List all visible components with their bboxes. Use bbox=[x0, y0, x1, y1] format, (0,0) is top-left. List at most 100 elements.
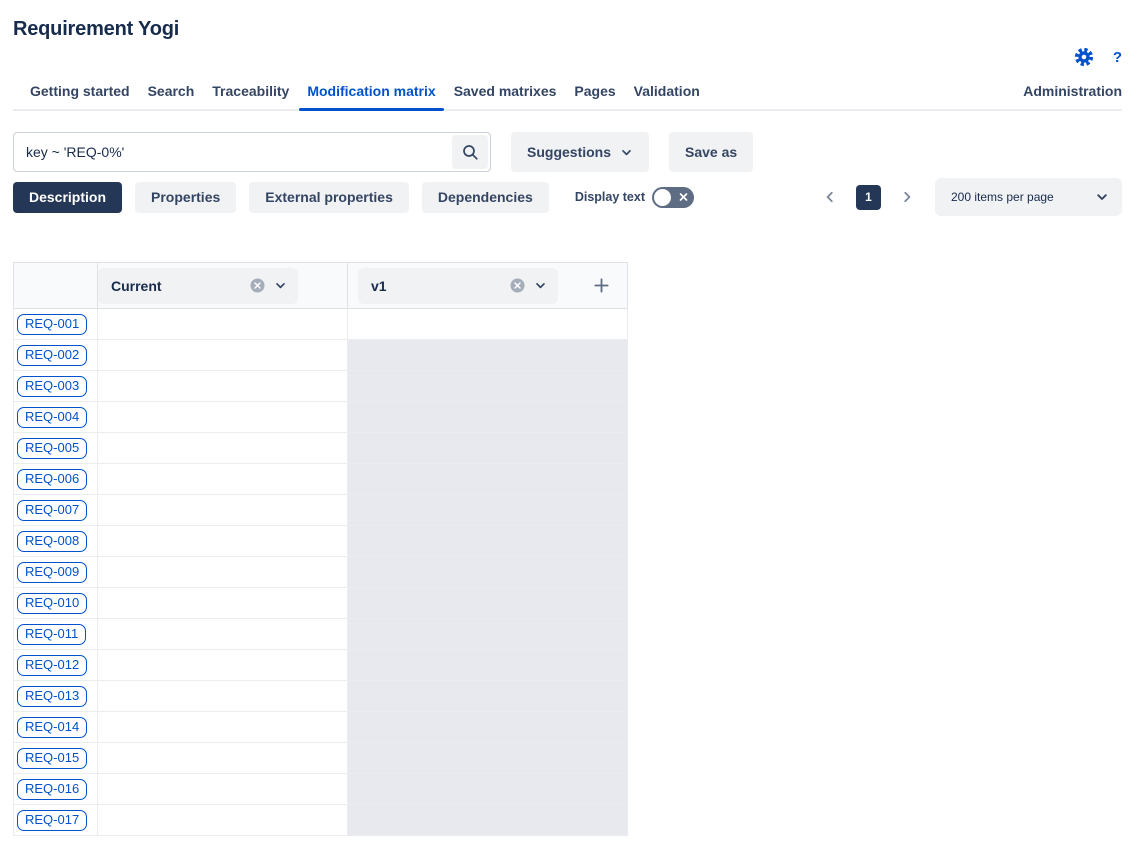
nav-administration[interactable]: Administration bbox=[1023, 77, 1122, 109]
current-version-select[interactable]: Current bbox=[98, 268, 298, 304]
table-row: REQ-001 bbox=[14, 309, 628, 340]
current-cell bbox=[98, 340, 348, 371]
table-row: REQ-015 bbox=[14, 743, 628, 774]
search-toolbar: Suggestions Save as bbox=[13, 132, 1122, 172]
tab-pages[interactable]: Pages bbox=[565, 77, 624, 109]
table-row: REQ-013 bbox=[14, 681, 628, 712]
req-key-link[interactable]: REQ-001 bbox=[17, 314, 87, 335]
view-button-external-properties[interactable]: External properties bbox=[249, 182, 409, 213]
current-cell bbox=[98, 619, 348, 650]
remove-column-icon[interactable] bbox=[250, 278, 265, 293]
v1-cell bbox=[348, 557, 628, 588]
save-as-button[interactable]: Save as bbox=[669, 132, 753, 172]
req-key-cell: REQ-013 bbox=[14, 681, 98, 712]
current-cell bbox=[98, 774, 348, 805]
settings-gear-icon[interactable] bbox=[1074, 47, 1094, 67]
matrix-header-row: Current bbox=[14, 263, 628, 309]
current-cell bbox=[98, 526, 348, 557]
view-button-dependencies[interactable]: Dependencies bbox=[422, 182, 549, 213]
remove-column-icon[interactable] bbox=[510, 278, 525, 293]
toggle-knob bbox=[654, 189, 671, 206]
req-key-link[interactable]: REQ-005 bbox=[17, 438, 87, 459]
matrix-body: REQ-001 REQ-002 REQ-003 REQ-004 REQ-005 REQ-0… bbox=[14, 309, 628, 836]
req-key-cell: REQ-004 bbox=[14, 402, 98, 433]
current-cell bbox=[98, 805, 348, 836]
req-key-cell: REQ-006 bbox=[14, 464, 98, 495]
tab-modification-matrix[interactable]: Modification matrix bbox=[298, 77, 444, 109]
help-icon[interactable]: ? bbox=[1113, 49, 1122, 66]
chevron-down-icon bbox=[1095, 190, 1109, 204]
req-key-link[interactable]: REQ-008 bbox=[17, 531, 87, 552]
tab-traceability[interactable]: Traceability bbox=[203, 77, 298, 109]
view-button-properties[interactable]: Properties bbox=[135, 182, 236, 213]
req-key-link[interactable]: REQ-006 bbox=[17, 469, 87, 490]
table-row: REQ-008 bbox=[14, 526, 628, 557]
prev-page-icon[interactable] bbox=[818, 185, 842, 209]
req-key-link[interactable]: REQ-004 bbox=[17, 407, 87, 428]
req-key-cell: REQ-005 bbox=[14, 433, 98, 464]
v1-cell bbox=[348, 309, 628, 340]
table-row: REQ-005 bbox=[14, 433, 628, 464]
current-cell bbox=[98, 588, 348, 619]
search-button[interactable] bbox=[452, 135, 488, 169]
v1-cell bbox=[348, 712, 628, 743]
req-key-link[interactable]: REQ-014 bbox=[17, 717, 87, 738]
chevron-down-icon bbox=[620, 146, 633, 159]
req-key-cell: REQ-007 bbox=[14, 495, 98, 526]
req-key-link[interactable]: REQ-012 bbox=[17, 655, 87, 676]
table-row: REQ-012 bbox=[14, 650, 628, 681]
req-key-link[interactable]: REQ-013 bbox=[17, 686, 87, 707]
view-options-row: Description Properties External properties… bbox=[13, 178, 1122, 216]
save-as-label: Save as bbox=[685, 144, 737, 160]
current-column-header: Current bbox=[98, 263, 348, 309]
search-query-input[interactable] bbox=[13, 132, 491, 172]
page-size-select[interactable]: 200 items per page bbox=[935, 178, 1122, 216]
v1-cell bbox=[348, 774, 628, 805]
table-row: REQ-009 bbox=[14, 557, 628, 588]
v1-cell bbox=[348, 464, 628, 495]
req-key-cell: REQ-016 bbox=[14, 774, 98, 805]
display-text-toggle[interactable] bbox=[652, 187, 694, 208]
req-key-link[interactable]: REQ-017 bbox=[17, 810, 87, 831]
req-key-link[interactable]: REQ-009 bbox=[17, 562, 87, 583]
next-page-icon[interactable] bbox=[895, 185, 919, 209]
requirement-yogi-page: Requirement Yogi ? Getting startedSearch… bbox=[0, 0, 1147, 836]
current-cell bbox=[98, 402, 348, 433]
req-key-link[interactable]: REQ-015 bbox=[17, 748, 87, 769]
modification-matrix-table: Current bbox=[13, 262, 628, 836]
tab-saved-matrixes[interactable]: Saved matrixes bbox=[445, 77, 566, 109]
display-text-label: Display text bbox=[575, 190, 645, 204]
current-cell bbox=[98, 743, 348, 774]
v1-version-select[interactable]: v1 bbox=[358, 268, 558, 304]
table-row: REQ-003 bbox=[14, 371, 628, 402]
req-key-cell: REQ-001 bbox=[14, 309, 98, 340]
current-page-button[interactable]: 1 bbox=[856, 185, 881, 210]
req-key-cell: REQ-002 bbox=[14, 340, 98, 371]
req-key-cell: REQ-012 bbox=[14, 650, 98, 681]
req-key-link[interactable]: REQ-002 bbox=[17, 345, 87, 366]
add-column-button[interactable] bbox=[589, 274, 613, 298]
tab-search[interactable]: Search bbox=[139, 77, 204, 109]
req-key-link[interactable]: REQ-011 bbox=[17, 624, 86, 645]
suggestions-label: Suggestions bbox=[527, 144, 611, 160]
req-key-link[interactable]: REQ-016 bbox=[17, 779, 87, 800]
table-row: REQ-010 bbox=[14, 588, 628, 619]
req-key-link[interactable]: REQ-003 bbox=[17, 376, 87, 397]
search-box bbox=[13, 132, 491, 172]
view-button-description[interactable]: Description bbox=[13, 182, 122, 213]
v1-column-header: v1 bbox=[348, 263, 628, 309]
req-key-link[interactable]: REQ-007 bbox=[17, 500, 87, 521]
tab-getting-started[interactable]: Getting started bbox=[21, 77, 139, 109]
req-key-link[interactable]: REQ-010 bbox=[17, 593, 87, 614]
table-row: REQ-002 bbox=[14, 340, 628, 371]
current-cell bbox=[98, 464, 348, 495]
main-tab-bar: Getting startedSearchTraceabilityModific… bbox=[13, 77, 1122, 111]
current-cell bbox=[98, 495, 348, 526]
chevron-down-icon bbox=[274, 279, 287, 292]
req-key-cell: REQ-009 bbox=[14, 557, 98, 588]
page-size-label: 200 items per page bbox=[951, 190, 1054, 204]
suggestions-button[interactable]: Suggestions bbox=[511, 132, 649, 172]
tab-validation[interactable]: Validation bbox=[625, 77, 709, 109]
view-buttons: Description Properties External properties… bbox=[13, 182, 549, 213]
v1-cell bbox=[348, 433, 628, 464]
